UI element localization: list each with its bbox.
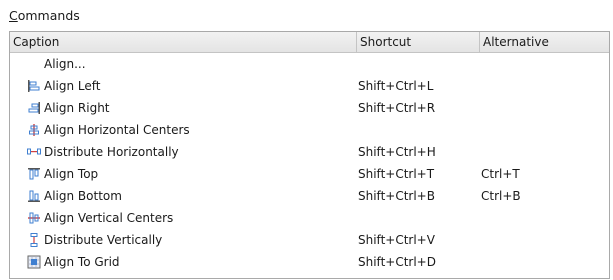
caption-cell: Align Horizontal Centers bbox=[44, 123, 190, 137]
command-row[interactable]: Align Left Shift+Ctrl+L bbox=[10, 75, 609, 97]
shortcut-cell[interactable]: Shift+Ctrl+T bbox=[358, 163, 434, 185]
align-to-grid-icon bbox=[27, 255, 41, 269]
command-row[interactable]: Align Right Shift+Ctrl+R bbox=[10, 97, 609, 119]
alternative-cell[interactable]: Ctrl+T bbox=[481, 163, 520, 185]
align-vertical-centers-icon bbox=[27, 211, 41, 225]
shortcut-cell[interactable]: Shift+Ctrl+V bbox=[358, 229, 435, 251]
caption-cell: Align Left bbox=[44, 79, 101, 93]
align-top-icon bbox=[27, 167, 41, 181]
command-row[interactable]: Align... bbox=[10, 53, 609, 75]
caption-cell: Distribute Vertically bbox=[44, 233, 163, 247]
caption-cell: Align To Grid bbox=[44, 255, 120, 269]
shortcut-cell[interactable]: Shift+Ctrl+H bbox=[358, 141, 436, 163]
commands-label: Commands bbox=[9, 7, 80, 25]
commands-label-mnemonic: C bbox=[9, 8, 18, 23]
command-row[interactable]: Distribute Vertically Shift+Ctrl+V bbox=[10, 229, 609, 251]
align-left-icon bbox=[27, 79, 41, 93]
command-row[interactable]: Align Bottom Shift+Ctrl+B Ctrl+B bbox=[10, 185, 609, 207]
column-header-alternative[interactable]: Alternative bbox=[479, 32, 609, 52]
command-row[interactable]: Distribute Horizontally Shift+Ctrl+H bbox=[10, 141, 609, 163]
shortcut-cell[interactable]: Shift+Ctrl+R bbox=[358, 97, 435, 119]
caption-cell: Align Right bbox=[44, 101, 110, 115]
distribute-horizontally-icon bbox=[27, 145, 41, 159]
align-horizontal-centers-icon bbox=[27, 123, 41, 137]
grid-header: Caption Shortcut Alternative bbox=[10, 32, 609, 53]
caption-cell: Align... bbox=[44, 57, 86, 71]
caption-cell: Align Top bbox=[44, 167, 99, 181]
caption-cell: Align Vertical Centers bbox=[44, 211, 174, 225]
caption-cell: Align Bottom bbox=[44, 189, 122, 203]
column-header-caption[interactable]: Caption bbox=[10, 32, 356, 52]
shortcut-cell[interactable]: Shift+Ctrl+B bbox=[358, 185, 435, 207]
command-row[interactable]: Align Horizontal Centers bbox=[10, 119, 609, 141]
command-row[interactable]: Align Top Shift+Ctrl+T Ctrl+T bbox=[10, 163, 609, 185]
shortcut-cell[interactable]: Shift+Ctrl+D bbox=[358, 251, 436, 273]
command-row[interactable]: Align Vertical Centers bbox=[10, 207, 609, 229]
caption-cell: Distribute Horizontally bbox=[44, 145, 179, 159]
commands-label-text: ommands bbox=[17, 8, 80, 23]
align-right-icon bbox=[27, 101, 41, 115]
alternative-cell[interactable]: Ctrl+B bbox=[481, 185, 521, 207]
shortcut-cell[interactable]: Shift+Ctrl+L bbox=[358, 75, 433, 97]
distribute-vertically-icon bbox=[27, 233, 41, 247]
column-header-shortcut[interactable]: Shortcut bbox=[356, 32, 479, 52]
align-bottom-icon bbox=[27, 189, 41, 203]
command-row[interactable]: Align To Grid Shift+Ctrl+D bbox=[10, 251, 609, 273]
commands-grid[interactable]: Caption Shortcut Alternative Align... Ali… bbox=[9, 31, 610, 279]
